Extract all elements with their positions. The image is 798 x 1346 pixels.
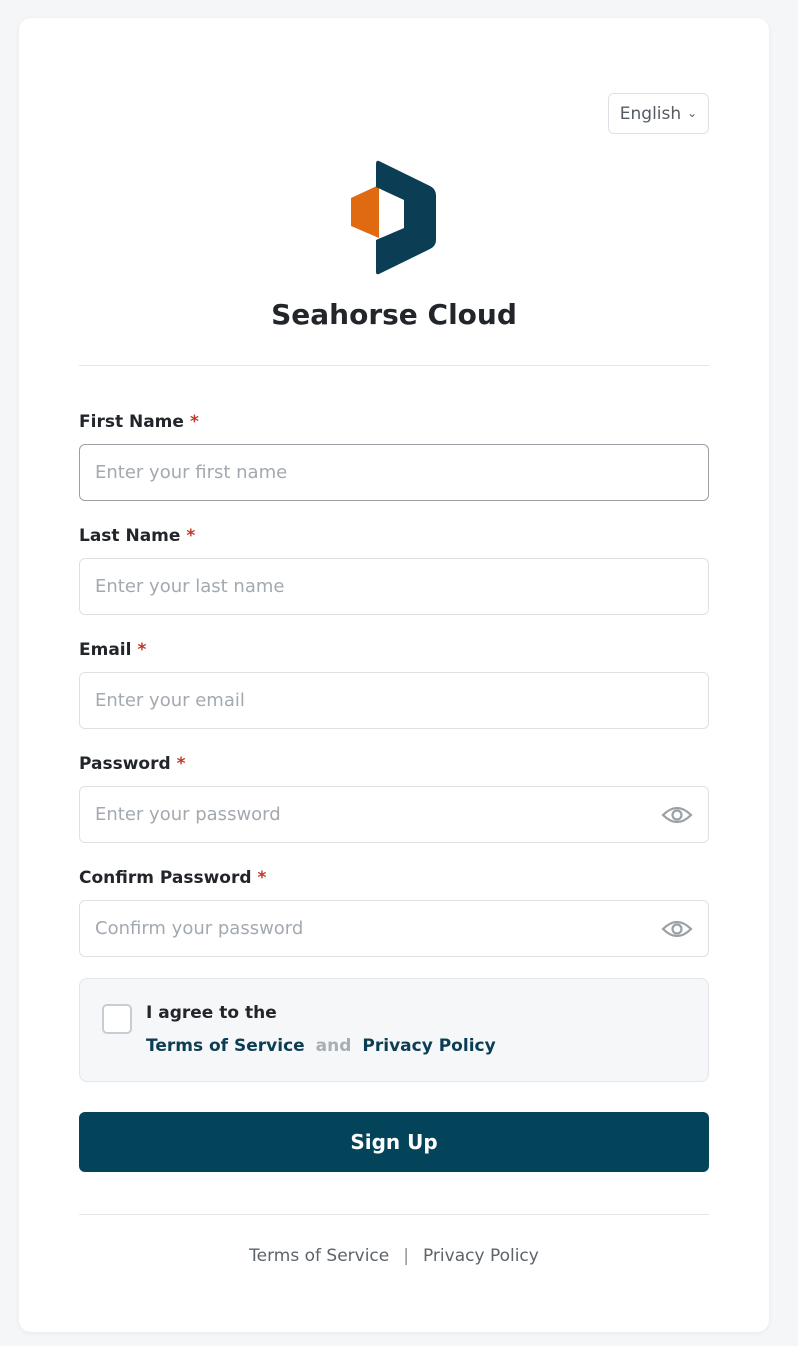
password-label-text: Password <box>79 754 171 774</box>
footer-terms-link[interactable]: Terms of Service <box>249 1246 389 1266</box>
required-mark: * <box>186 526 196 546</box>
agree-checkbox[interactable] <box>102 1004 132 1034</box>
password-input[interactable] <box>95 804 661 825</box>
first-name-label: First Name * <box>79 412 199 432</box>
footer-links: Terms of Service | Privacy Policy <box>19 1246 769 1266</box>
language-selected-label: English <box>619 103 682 124</box>
required-mark: * <box>257 868 267 888</box>
required-mark: * <box>176 754 186 774</box>
confirm-password-label-text: Confirm Password <box>79 868 252 888</box>
footer-separator: | <box>403 1246 409 1266</box>
agree-links: Terms of Service and Privacy Policy <box>146 1036 496 1056</box>
logo-dark-shape <box>376 160 436 275</box>
footer-divider <box>79 1214 709 1215</box>
logo-orange-shape <box>351 185 379 238</box>
brand-title: Seahorse Cloud <box>271 298 517 331</box>
first-name-input[interactable] <box>95 462 693 483</box>
agree-text: I agree to the <box>146 1003 277 1023</box>
confirm-password-input[interactable] <box>95 918 661 939</box>
confirm-password-field[interactable] <box>79 900 709 957</box>
seahorse-logo <box>351 160 436 275</box>
password-label: Password * <box>79 754 186 774</box>
confirm-password-label: Confirm Password * <box>79 868 266 888</box>
language-selector[interactable]: English ⌄ <box>608 93 709 134</box>
last-name-label: Last Name * <box>79 526 195 546</box>
last-name-input[interactable] <box>95 576 693 597</box>
first-name-label-text: First Name <box>79 412 184 432</box>
terms-of-service-link[interactable]: Terms of Service <box>146 1036 305 1056</box>
last-name-label-text: Last Name <box>79 526 181 546</box>
terms-agreement-box: I agree to the Terms of Service and Privac… <box>79 978 709 1082</box>
agree-conjunction: and <box>315 1036 352 1056</box>
email-input[interactable] <box>95 690 693 711</box>
email-field[interactable] <box>79 672 709 729</box>
eye-icon[interactable] <box>661 803 693 827</box>
sign-up-button[interactable]: Sign Up <box>79 1112 709 1172</box>
email-label-text: Email <box>79 640 132 660</box>
footer-privacy-link[interactable]: Privacy Policy <box>423 1246 539 1266</box>
last-name-field[interactable] <box>79 558 709 615</box>
first-name-field[interactable] <box>79 444 709 501</box>
required-mark: * <box>189 412 199 432</box>
chevron-down-icon: ⌄ <box>687 105 698 120</box>
email-label: Email * <box>79 640 146 660</box>
required-mark: * <box>137 640 147 660</box>
eye-icon[interactable] <box>661 917 693 941</box>
password-field[interactable] <box>79 786 709 843</box>
header-divider <box>79 365 709 366</box>
signup-card: English ⌄ Seahorse Cloud First Name* Las… <box>19 18 769 1332</box>
privacy-policy-link[interactable]: Privacy Policy <box>362 1036 495 1056</box>
